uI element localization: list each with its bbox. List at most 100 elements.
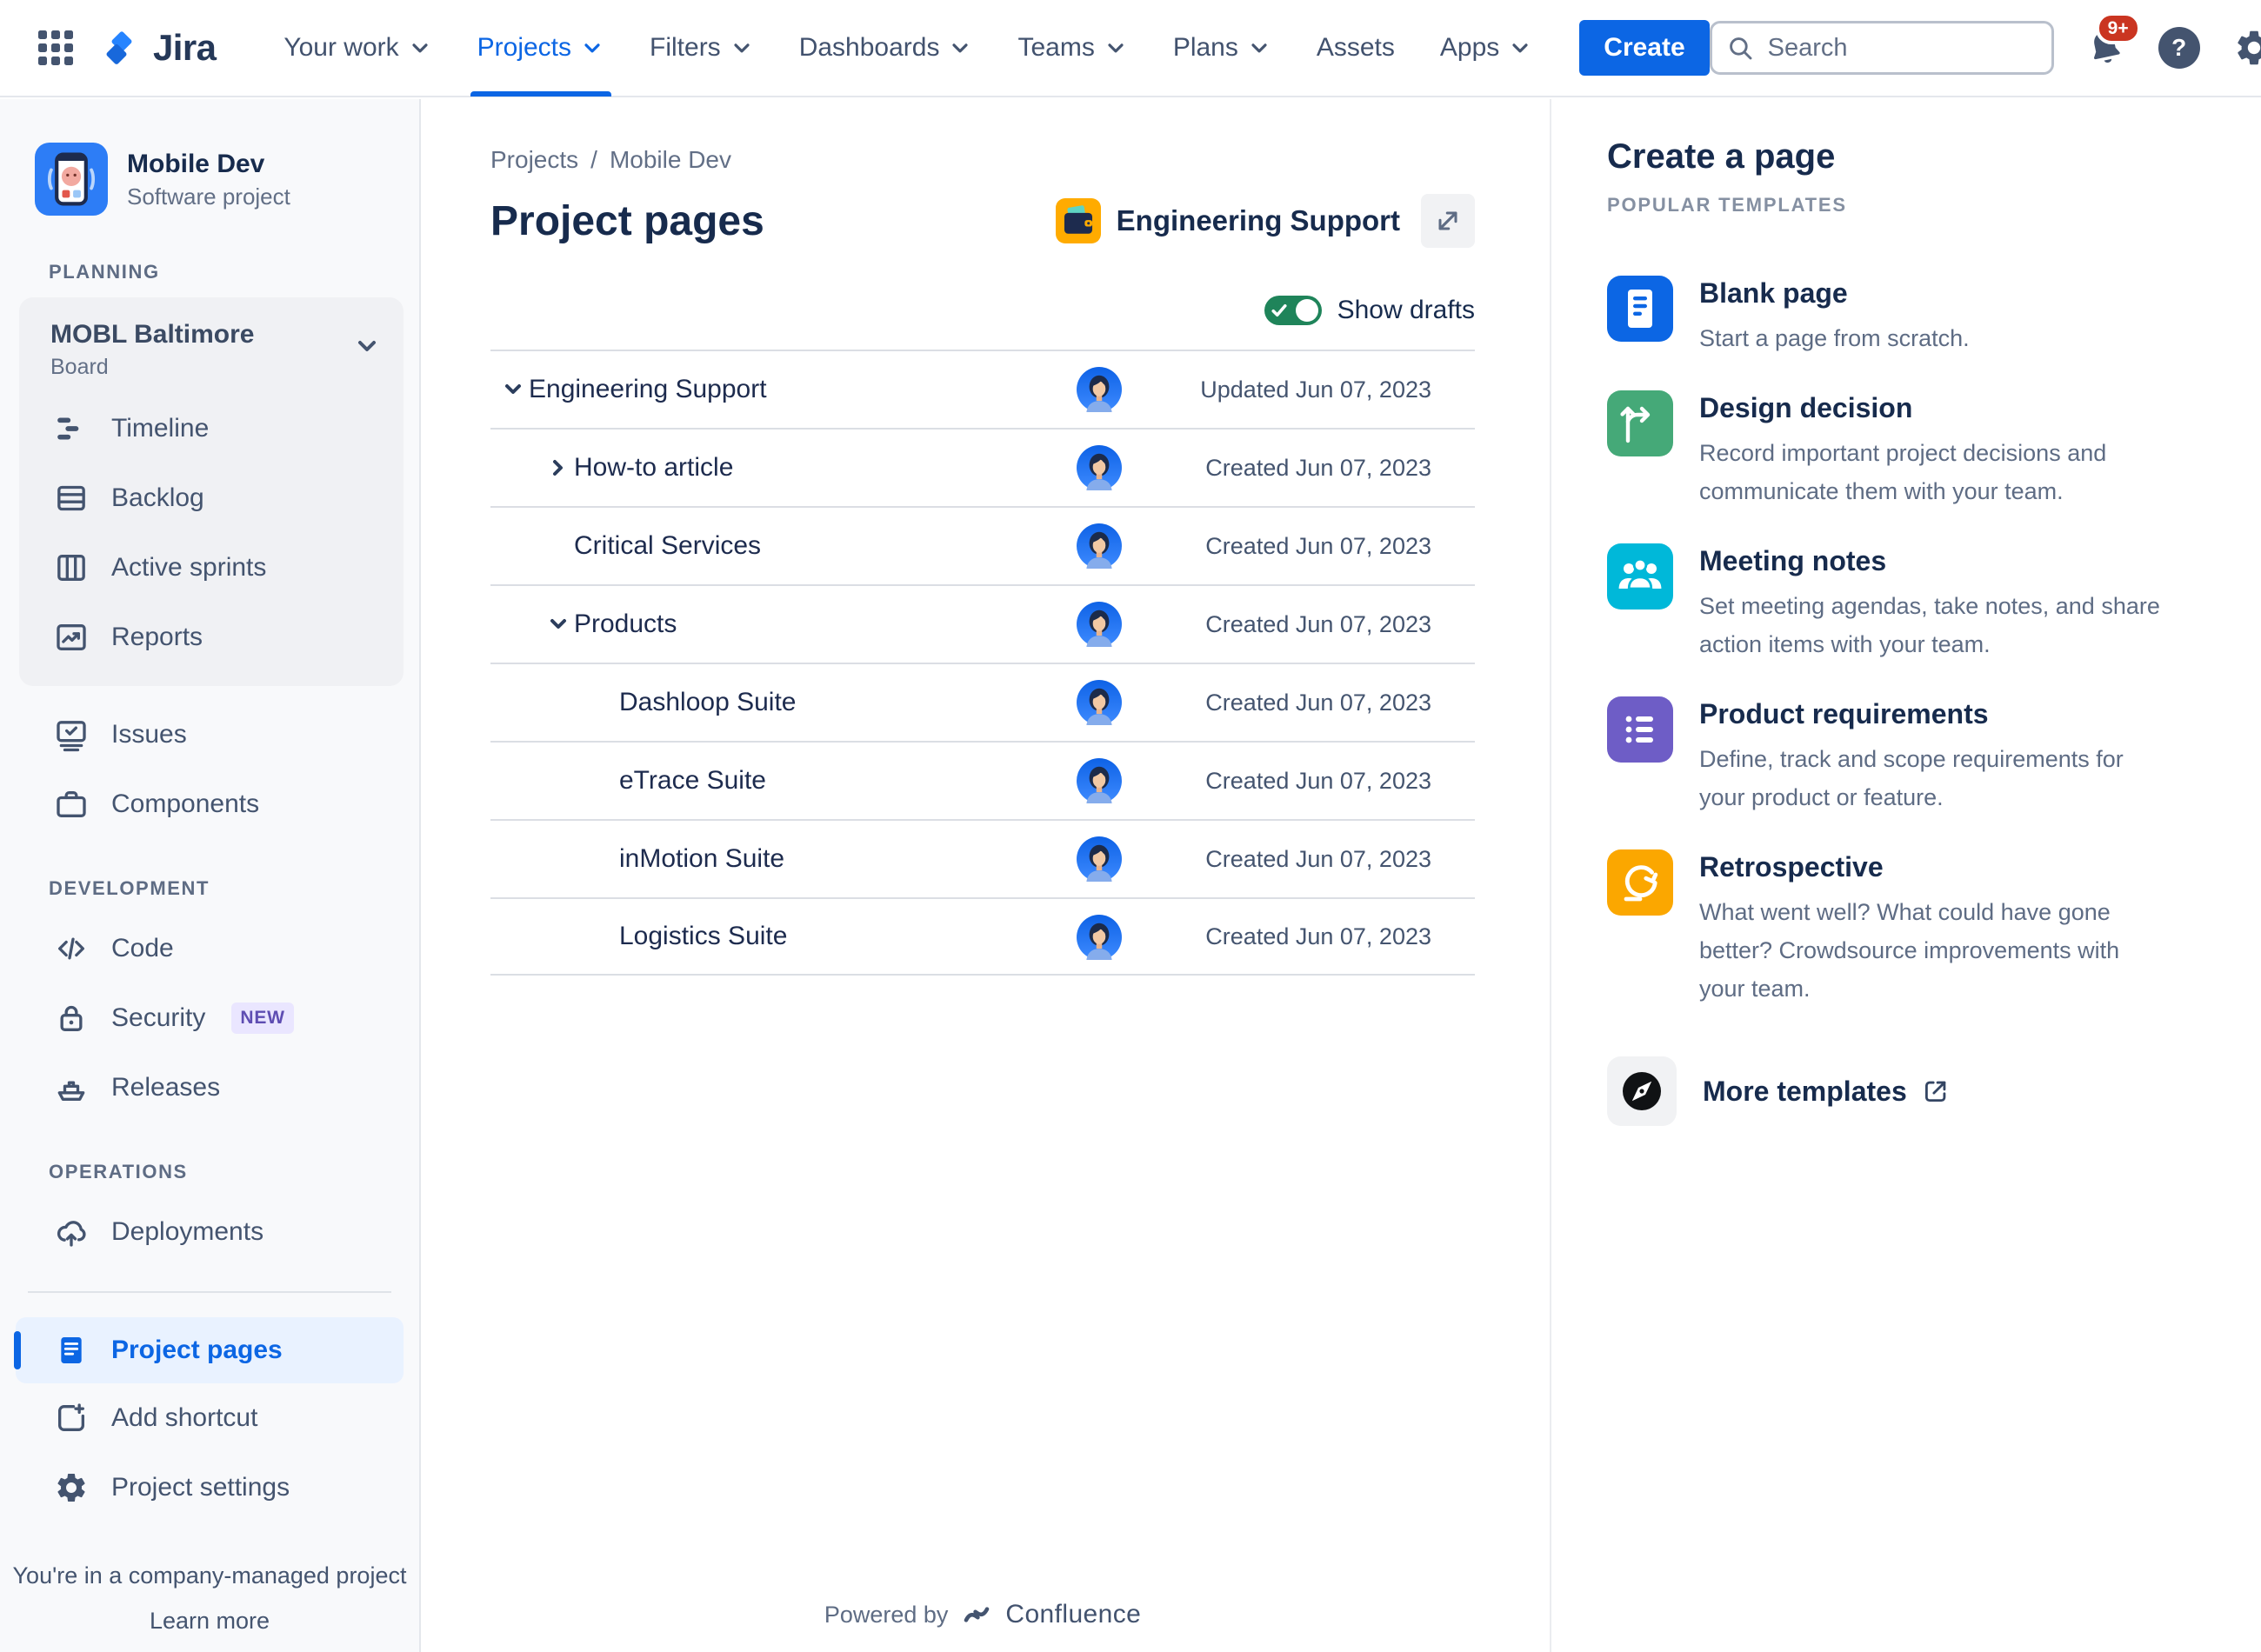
sidebar-item-active-sprints[interactable]: Active sprints xyxy=(19,533,404,603)
page-name[interactable]: Engineering Support xyxy=(529,375,767,404)
page-row[interactable]: Products Created Jun 07, 2023 xyxy=(490,584,1475,663)
sidebar-item-add-shortcut[interactable]: Add shortcut xyxy=(0,1383,419,1453)
page-row[interactable]: Critical Services Created Jun 07, 2023 xyxy=(490,506,1475,584)
switch-space-button[interactable] xyxy=(1421,194,1475,248)
gear-icon xyxy=(54,1470,89,1505)
page-name[interactable]: inMotion Suite xyxy=(619,844,784,874)
breadcrumb-separator: / xyxy=(590,146,597,173)
page-date: Created Jun 07, 2023 xyxy=(1205,610,1431,637)
sidebar-item-issues[interactable]: Issues xyxy=(0,700,419,769)
chevron-down-icon xyxy=(1512,43,1528,53)
page-name[interactable]: Logistics Suite xyxy=(619,922,787,951)
nav-apps[interactable]: Apps xyxy=(1417,0,1555,97)
page-row[interactable]: Logistics Suite Created Jun 07, 2023 xyxy=(490,897,1475,976)
page-date: Created Jun 07, 2023 xyxy=(1205,767,1431,794)
template-retrospective[interactable]: Retrospective What went well? What could… xyxy=(1607,849,2209,1008)
page-date: Updated Jun 07, 2023 xyxy=(1200,376,1431,403)
breadcrumb: Projects / Mobile Dev xyxy=(490,99,1475,174)
page-author-avatar xyxy=(1077,915,1122,960)
nav-filters[interactable]: Filters xyxy=(627,0,777,97)
jira-logo[interactable]: Jira xyxy=(101,27,217,69)
page-date: Created Jun 07, 2023 xyxy=(1205,689,1431,716)
page-name[interactable]: How-to article xyxy=(574,453,733,483)
chevron-down-icon xyxy=(1108,43,1124,53)
sidebar-item-deployments[interactable]: Deployments xyxy=(0,1197,419,1267)
page-name[interactable]: eTrace Suite xyxy=(619,766,766,796)
page-row[interactable]: inMotion Suite Created Jun 07, 2023 xyxy=(490,819,1475,897)
sidebar-item-project-settings[interactable]: Project settings xyxy=(0,1453,419,1522)
nav-your-work[interactable]: Your work xyxy=(261,0,454,97)
page-name[interactable]: Critical Services xyxy=(574,531,761,561)
gear-icon xyxy=(2233,27,2261,69)
page-row[interactable]: eTrace Suite Created Jun 07, 2023 xyxy=(490,741,1475,819)
page-name[interactable]: Products xyxy=(574,610,677,639)
project-avatar xyxy=(35,143,108,216)
sidebar-item-security[interactable]: Security NEW xyxy=(0,983,419,1053)
page-row[interactable]: How-to article Created Jun 07, 2023 xyxy=(490,428,1475,506)
template-description: What went well? What could have gone bet… xyxy=(1699,899,2120,1002)
page-row[interactable]: Dashloop Suite Created Jun 07, 2023 xyxy=(490,663,1475,741)
page-date: Created Jun 07, 2023 xyxy=(1205,532,1431,559)
template-description: Define, track and scope requirements for… xyxy=(1699,746,2124,810)
top-navigation-bar: Jira Your work Projects Filters Dashboar… xyxy=(0,0,2261,97)
powered-by-text: Powered by xyxy=(824,1601,949,1628)
board-switcher[interactable]: MOBL Baltimore Board xyxy=(19,316,404,394)
project-header: Mobile Dev Software project xyxy=(0,99,419,216)
timeline-icon xyxy=(54,411,89,446)
swap-arrows-icon xyxy=(1438,211,1457,230)
new-badge: NEW xyxy=(231,1003,294,1034)
template-meeting-notes[interactable]: Meeting notes Set meeting agendas, take … xyxy=(1607,543,2209,663)
notifications-button[interactable]: 9+ xyxy=(2085,12,2141,68)
page-date: Created Jun 07, 2023 xyxy=(1205,454,1431,481)
cloud-upload-icon xyxy=(54,1215,89,1249)
space-name: Engineering Support xyxy=(1116,204,1400,236)
confluence-logo-icon xyxy=(964,1607,990,1622)
backlog-icon xyxy=(54,481,89,516)
page-author-avatar xyxy=(1077,602,1122,647)
sidebar-item-reports[interactable]: Reports xyxy=(19,603,404,672)
template-product-requirements[interactable]: Product requirements Define, track and s… xyxy=(1607,696,2209,816)
sidebar-item-project-pages[interactable]: Project pages xyxy=(14,1317,404,1383)
primary-nav: Your work Projects Filters Dashboards Te… xyxy=(261,0,1555,97)
help-icon: ? xyxy=(2158,27,2200,69)
add-shortcut-icon xyxy=(54,1401,89,1436)
more-templates-link[interactable]: More templates xyxy=(1607,1056,2209,1126)
page-name[interactable]: Dashloop Suite xyxy=(619,688,796,717)
chevron-down-icon xyxy=(584,43,600,53)
help-button[interactable]: ? xyxy=(2158,27,2200,69)
breadcrumb-mobile-dev[interactable]: Mobile Dev xyxy=(610,146,731,174)
template-design-decision[interactable]: Design decision Record important project… xyxy=(1607,390,2209,510)
external-link-icon xyxy=(1924,1081,1946,1102)
search-box[interactable] xyxy=(1709,21,2054,75)
page-row[interactable]: Engineering Support Updated Jun 07, 2023 xyxy=(490,350,1475,428)
sidebar-item-code[interactable]: Code xyxy=(0,914,419,983)
breadcrumb-projects[interactable]: Projects xyxy=(490,146,578,174)
nav-dashboards[interactable]: Dashboards xyxy=(777,0,996,97)
chevron-right-icon[interactable] xyxy=(544,454,572,482)
confluence-wordmark[interactable]: Confluence xyxy=(1005,1600,1141,1629)
chevron-down-icon[interactable] xyxy=(544,610,572,638)
app-switcher-icon[interactable] xyxy=(38,30,73,65)
sidebar-item-releases[interactable]: Releases xyxy=(0,1053,419,1122)
board-switcher-card: MOBL Baltimore Board Timeline Backlog Ac… xyxy=(19,297,404,686)
sidebar-item-components[interactable]: Components xyxy=(0,769,419,839)
learn-more-link[interactable]: Learn more xyxy=(0,1608,419,1635)
show-drafts-toggle[interactable] xyxy=(1264,296,1322,325)
nav-plans[interactable]: Plans xyxy=(1151,0,1294,97)
settings-button[interactable] xyxy=(2233,27,2261,69)
nav-teams[interactable]: Teams xyxy=(995,0,1150,97)
sidebar-item-timeline[interactable]: Timeline xyxy=(19,394,404,463)
sidebar-item-backlog[interactable]: Backlog xyxy=(19,463,404,533)
product-requirements-icon xyxy=(1607,696,1673,763)
page-author-avatar xyxy=(1077,367,1122,412)
chevron-down-icon xyxy=(952,43,969,53)
search-input[interactable] xyxy=(1764,31,2038,64)
page-author-avatar xyxy=(1077,758,1122,803)
nav-assets[interactable]: Assets xyxy=(1294,0,1417,97)
template-blank-page[interactable]: Blank page Start a page from scratch. xyxy=(1607,276,2209,357)
nav-projects[interactable]: Projects xyxy=(455,0,627,97)
chevron-down-icon[interactable] xyxy=(499,376,527,403)
components-icon xyxy=(54,787,89,822)
chevron-down-icon xyxy=(734,43,750,53)
create-button[interactable]: Create xyxy=(1579,20,1710,76)
